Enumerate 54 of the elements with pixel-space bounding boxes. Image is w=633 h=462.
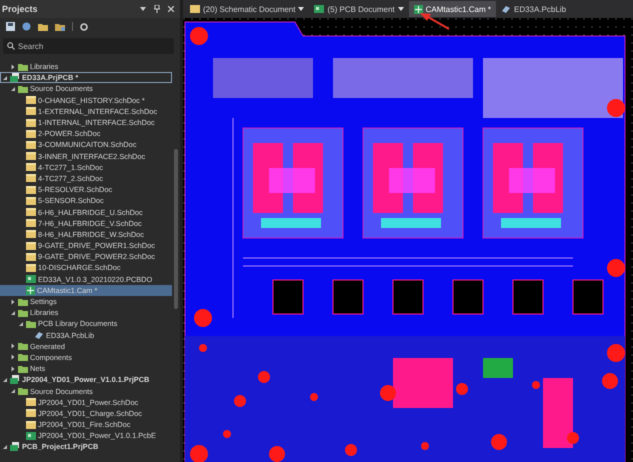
dropdown-icon[interactable] xyxy=(298,6,304,12)
dropdown-icon[interactable] xyxy=(398,6,404,12)
document-tab[interactable]: CAMtastic1.Cam * xyxy=(408,1,496,17)
document-icon xyxy=(26,252,36,261)
document-icon xyxy=(26,152,36,160)
board-icon xyxy=(26,275,36,284)
save-icon[interactable] xyxy=(6,22,15,31)
document-icon xyxy=(26,264,36,272)
document-icon xyxy=(26,242,36,250)
grid-icon xyxy=(414,4,423,14)
close-icon[interactable] xyxy=(168,6,174,12)
board-icon xyxy=(26,432,36,440)
expand-arrow-icon[interactable] xyxy=(10,64,16,70)
library-icon xyxy=(34,331,44,340)
document-icon xyxy=(26,130,36,138)
project-icon xyxy=(10,73,20,82)
document-icon xyxy=(190,5,200,13)
document-icon xyxy=(26,118,36,127)
document-icon xyxy=(26,196,36,205)
collapse-arrow-icon[interactable] xyxy=(2,444,8,450)
folder-icon[interactable] xyxy=(38,22,48,30)
document-icon xyxy=(26,140,36,149)
annotation-arrow xyxy=(420,12,450,30)
panel-title: Projects xyxy=(2,4,39,14)
document-icon xyxy=(26,174,36,182)
library-icon xyxy=(500,5,511,13)
board-icon xyxy=(314,5,324,13)
pin-icon[interactable] xyxy=(154,5,160,13)
search-icon xyxy=(7,42,15,50)
dropdown-icon[interactable] xyxy=(140,6,146,12)
folder-icon xyxy=(18,62,28,71)
document-icon xyxy=(26,163,36,172)
project-icon xyxy=(10,375,20,384)
document-icon xyxy=(26,96,36,104)
grid-icon xyxy=(26,286,35,295)
document-icon xyxy=(26,208,36,216)
folder-icon xyxy=(18,387,28,396)
document-tab[interactable]: ED33A.PcbLib xyxy=(496,1,572,17)
folder-icon xyxy=(18,84,28,93)
document-icon xyxy=(26,219,36,228)
document-icon xyxy=(26,420,36,429)
scrollbar-thumb[interactable] xyxy=(174,149,178,309)
document-tab[interactable]: (20) Schematic Document xyxy=(185,1,310,17)
document-icon xyxy=(26,398,36,406)
document-icon xyxy=(26,107,36,116)
document-tab[interactable]: (5) PCB Document xyxy=(309,1,409,17)
folder-icon[interactable] xyxy=(55,22,65,30)
document-icon xyxy=(26,409,36,418)
document-icon xyxy=(26,186,36,194)
search-field[interactable]: Search xyxy=(3,38,174,54)
globe-icon[interactable] xyxy=(22,22,31,31)
expand-arrow-icon[interactable] xyxy=(10,298,16,305)
project-icon xyxy=(10,442,20,452)
document-icon xyxy=(26,230,36,238)
